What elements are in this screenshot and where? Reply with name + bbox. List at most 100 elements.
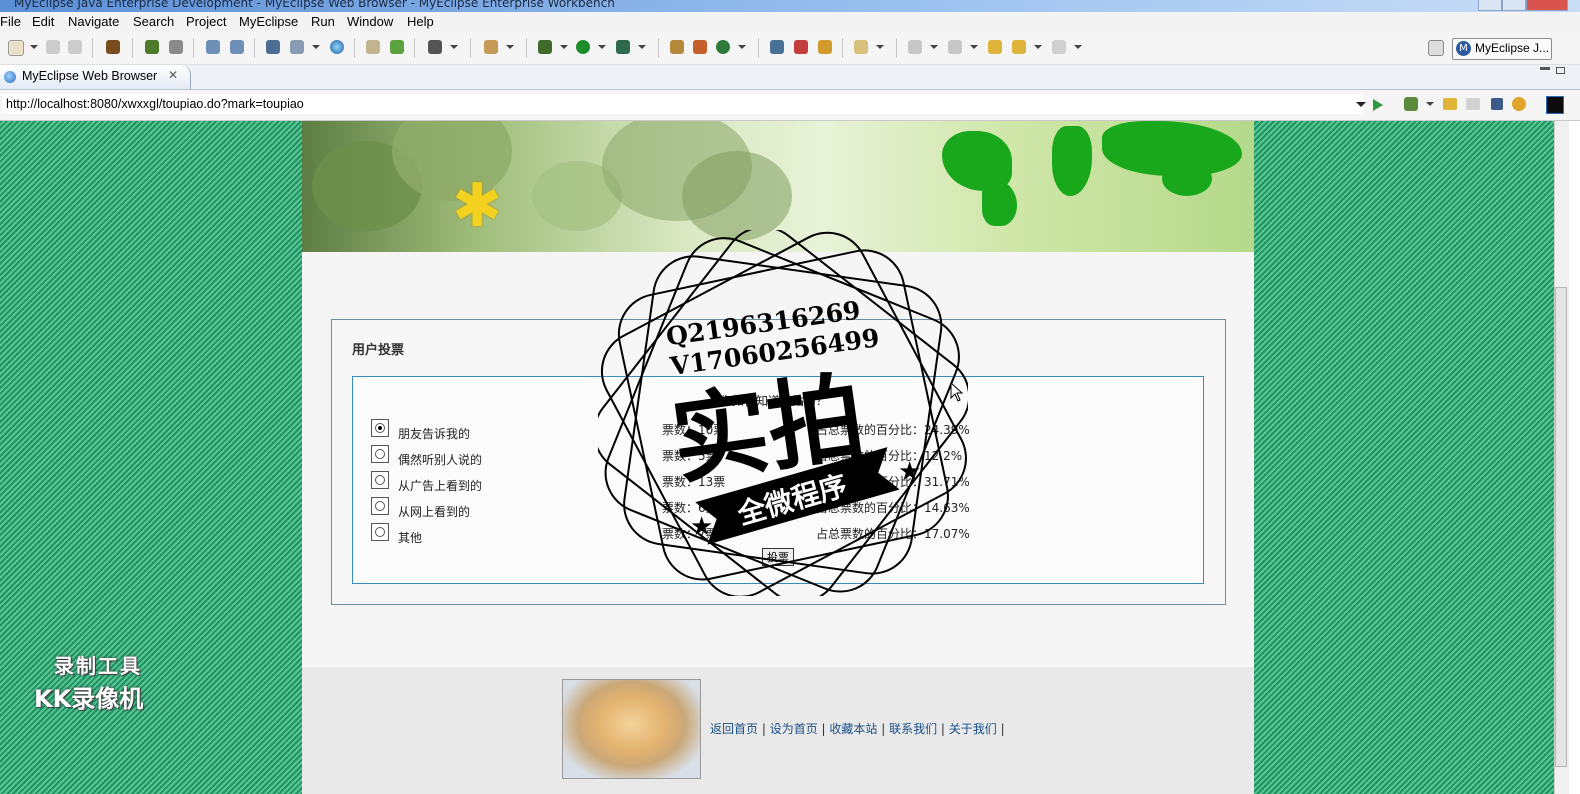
browser-menu-icon[interactable] <box>1546 96 1564 114</box>
external-tools-dropdown-icon[interactable] <box>638 45 646 49</box>
package-icon[interactable] <box>106 40 120 54</box>
link-contact[interactable]: 联系我们 <box>889 722 937 736</box>
toolbox-icon[interactable] <box>818 40 832 54</box>
forward-dropdown-icon[interactable] <box>1074 45 1082 49</box>
menu-file[interactable]: File <box>0 14 21 29</box>
sql-dropdown-icon[interactable] <box>312 45 320 49</box>
sql-icon[interactable] <box>290 40 304 54</box>
ejb-project-icon[interactable] <box>230 40 244 54</box>
close-window-button[interactable] <box>1526 0 1568 11</box>
menu-window[interactable]: Window <box>347 14 393 29</box>
close-tab-icon[interactable]: ✕ <box>168 68 178 82</box>
link-home[interactable]: 返回首页 <box>710 722 758 736</box>
open-perspective-icon[interactable] <box>770 40 784 54</box>
window-title: MyEclipse Java Enterprise Development - … <box>14 0 615 10</box>
import-icon[interactable] <box>390 40 404 54</box>
flower-icon: ✱ <box>452 171 503 241</box>
browser-forward-icon[interactable] <box>1466 98 1480 110</box>
link-about[interactable]: 关于我们 <box>949 722 997 736</box>
browser-stop-icon[interactable] <box>1491 98 1503 110</box>
deploy-icon[interactable] <box>145 40 159 54</box>
menu-run[interactable]: Run <box>311 14 335 29</box>
url-input[interactable] <box>2 94 1364 114</box>
maximize-view-icon[interactable] <box>1556 67 1565 74</box>
globe-icon[interactable] <box>330 40 344 54</box>
debug-icon[interactable] <box>538 40 552 54</box>
new-class-dropdown-icon[interactable] <box>506 45 514 49</box>
last-edit-icon[interactable] <box>988 40 1002 54</box>
web-project-icon[interactable] <box>206 40 220 54</box>
option-radio-5[interactable] <box>371 523 389 541</box>
maximize-button[interactable] <box>1502 0 1526 11</box>
refresh-dropdown-icon[interactable] <box>738 45 746 49</box>
run-dropdown-icon[interactable] <box>598 45 606 49</box>
refresh-icon[interactable] <box>716 40 730 54</box>
open-perspective-button-icon[interactable] <box>1428 40 1444 56</box>
back-dropdown-icon[interactable] <box>1034 45 1042 49</box>
new-icon[interactable] <box>8 40 24 56</box>
scrollbar-thumb[interactable] <box>1555 287 1567 767</box>
stamp-overlay: Q2196316269 V17060256499 实拍 全微程序 ★ ★ <box>598 230 968 596</box>
prev-annotation-dropdown-icon[interactable] <box>970 45 978 49</box>
star-left-icon: ★ <box>690 512 713 542</box>
browser-refresh-icon[interactable] <box>1512 97 1526 111</box>
debug-dropdown-icon[interactable] <box>560 45 568 49</box>
new-dropdown-icon[interactable] <box>30 45 38 49</box>
kitten-image <box>562 679 701 779</box>
link-set-homepage[interactable]: 设为首页 <box>770 722 818 736</box>
next-annotation-icon[interactable] <box>908 40 922 54</box>
save-icon[interactable] <box>46 40 60 54</box>
browser-back-icon[interactable] <box>1443 98 1457 110</box>
option-radio-2[interactable] <box>371 445 389 463</box>
menu-help[interactable]: Help <box>407 14 434 29</box>
menu-project[interactable]: Project <box>186 14 226 29</box>
star-right-icon: ★ <box>898 457 921 487</box>
tab-web-browser[interactable]: MyEclipse Web Browser ✕ <box>0 65 191 89</box>
back-icon[interactable] <box>1012 40 1026 54</box>
option-radio-1[interactable] <box>371 419 389 437</box>
bookmark-dropdown-icon[interactable] <box>1426 102 1434 106</box>
bookmark-icon[interactable] <box>1404 97 1418 111</box>
poll-title: 用户投票 <box>352 343 405 358</box>
url-history-dropdown-icon[interactable] <box>1356 102 1366 107</box>
menu-navigate[interactable]: Navigate <box>68 14 119 29</box>
option-label-3: 从广告上看到的 <box>398 479 483 493</box>
option-label-2: 偶然听别人说的 <box>398 453 483 467</box>
annotation-dropdown-icon[interactable] <box>876 45 884 49</box>
link-bookmark[interactable]: 收藏本站 <box>829 722 877 736</box>
rocket-icon[interactable] <box>794 40 808 54</box>
external-tools-icon[interactable] <box>616 40 630 54</box>
folder-icon[interactable] <box>366 40 380 54</box>
option-radio-4[interactable] <box>371 497 389 515</box>
menu-edit[interactable]: Edit <box>32 14 54 29</box>
print-icon[interactable] <box>68 40 82 54</box>
open-task-icon[interactable] <box>693 40 707 54</box>
run-icon[interactable] <box>576 40 590 54</box>
minimize-button[interactable] <box>1478 0 1502 11</box>
perspective-label: MyEclipse J... <box>1475 41 1550 55</box>
recorder-watermark-line1: 录制工具 <box>54 654 142 678</box>
server-icon[interactable] <box>169 40 183 54</box>
minimize-view-icon[interactable] <box>1540 67 1550 70</box>
database-icon[interactable] <box>266 40 280 54</box>
myeclipse-logo-icon: M <box>1456 41 1471 56</box>
option-label-1: 朋友告诉我的 <box>398 427 471 441</box>
open-type-icon[interactable] <box>670 40 684 54</box>
menu-myeclipse[interactable]: MyEclipse <box>239 14 298 29</box>
perspective-button[interactable]: M MyEclipse J... <box>1452 38 1552 60</box>
menu-search[interactable]: Search <box>133 14 174 29</box>
mouse-cursor-icon <box>950 382 964 402</box>
new-class-icon[interactable] <box>484 40 498 54</box>
main-toolbar <box>0 32 1580 65</box>
next-annotation-dropdown-icon[interactable] <box>930 45 938 49</box>
browser-globe-icon <box>4 71 16 83</box>
prev-annotation-icon[interactable] <box>948 40 962 54</box>
go-icon[interactable] <box>1373 99 1383 111</box>
footer-links: 返回首页 | 设为首页 | 收藏本站 | 联系我们 | 关于我们 | <box>710 722 1005 736</box>
forward-icon[interactable] <box>1052 40 1066 54</box>
annotation-icon[interactable] <box>854 40 868 54</box>
camera-icon[interactable] <box>428 40 442 54</box>
camera-dropdown-icon[interactable] <box>450 45 458 49</box>
option-label-5: 其他 <box>398 531 423 545</box>
option-radio-3[interactable] <box>371 471 389 489</box>
